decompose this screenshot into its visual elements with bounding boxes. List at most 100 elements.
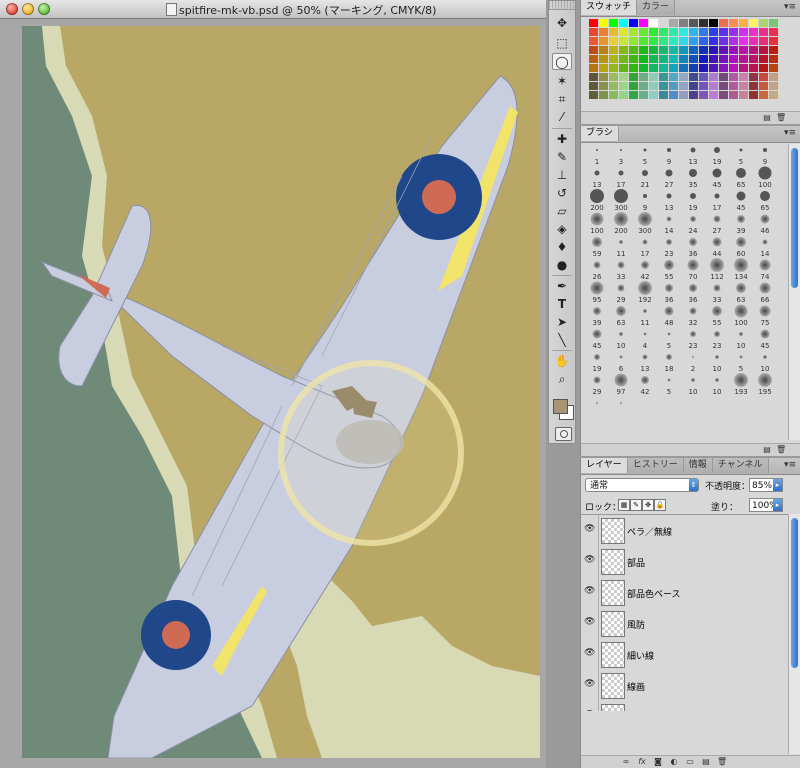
brush-preset[interactable]: 42: [633, 259, 657, 281]
adjustment-layer-icon[interactable]: ◐: [669, 757, 679, 766]
blend-mode-select[interactable]: 通常 ⇕: [585, 478, 699, 492]
brush-preset[interactable]: 5: [657, 328, 681, 350]
brushes-scroll-thumb[interactable]: [791, 148, 798, 288]
brush-tool-icon[interactable]: ✎: [552, 149, 572, 166]
new-brush-icon[interactable]: ▤: [762, 445, 772, 454]
brush-preset[interactable]: 10: [753, 351, 777, 373]
brush-preset[interactable]: 200: [585, 189, 609, 212]
swatch-cell[interactable]: [589, 28, 599, 37]
color-swatches[interactable]: [553, 399, 574, 420]
brush-preset[interactable]: 10: [705, 374, 729, 396]
brush-preset[interactable]: 2: [681, 351, 705, 373]
swatch-cell[interactable]: [749, 46, 759, 55]
layer-visibility-eye-icon[interactable]: 👁: [584, 617, 595, 628]
lock-transparency-icon[interactable]: ▦: [618, 499, 630, 511]
brush-preset[interactable]: 70: [681, 259, 705, 281]
layers-scrollbar[interactable]: [788, 514, 800, 754]
brush-preset[interactable]: 45: [729, 190, 753, 212]
chevron-right-icon[interactable]: ▸: [773, 499, 782, 511]
path-selection-tool-icon[interactable]: ➤: [552, 314, 572, 331]
clone-stamp-tool-icon[interactable]: ⊥: [552, 167, 572, 184]
lock-position-icon[interactable]: ✥: [642, 499, 654, 511]
swatch-cell[interactable]: [679, 73, 689, 82]
brush-preset[interactable]: [609, 397, 633, 419]
swatch-cell[interactable]: [699, 37, 709, 46]
swatch-cell[interactable]: [739, 19, 749, 28]
swatch-cell[interactable]: [659, 64, 669, 73]
brush-preset[interactable]: 36: [657, 282, 681, 304]
swatch-cell[interactable]: [719, 64, 729, 73]
swatch-cell[interactable]: [609, 64, 619, 73]
swatch-cell[interactable]: [669, 55, 679, 64]
brush-preset[interactable]: 5: [657, 374, 681, 396]
brush-preset[interactable]: 9: [753, 144, 777, 166]
brush-preset[interactable]: 95: [585, 281, 609, 304]
zoom-tool-icon[interactable]: ⌕: [552, 371, 572, 388]
layer-row[interactable]: 👁 線画: [581, 670, 789, 702]
brush-preset[interactable]: 6: [609, 351, 633, 373]
swatch-cell[interactable]: [659, 46, 669, 55]
swatch-cell[interactable]: [749, 73, 759, 82]
swatch-cell[interactable]: [699, 19, 709, 28]
pen-tool-icon[interactable]: ✒: [552, 278, 572, 295]
brush-preset[interactable]: 300: [633, 212, 657, 235]
dodge-tool-icon[interactable]: ●: [552, 257, 572, 274]
lock-all-icon[interactable]: 🔒: [654, 499, 666, 511]
swatch-cell[interactable]: [589, 73, 599, 82]
brush-preset[interactable]: 45: [753, 328, 777, 350]
swatch-cell[interactable]: [609, 73, 619, 82]
swatch-cell[interactable]: [719, 28, 729, 37]
hand-tool-icon[interactable]: ✋: [552, 353, 572, 370]
swatch-cell[interactable]: [589, 55, 599, 64]
layer-thumbnail[interactable]: [601, 580, 625, 606]
brush-preset[interactable]: 11: [609, 236, 633, 258]
link-layers-icon[interactable]: ∞: [621, 757, 631, 766]
tab-layers[interactable]: レイヤー: [581, 458, 628, 473]
brush-preset[interactable]: 55: [705, 305, 729, 327]
swatch-cell[interactable]: [669, 19, 679, 28]
swatch-cell[interactable]: [629, 46, 639, 55]
minimize-window-button[interactable]: [22, 3, 34, 15]
swatch-cell[interactable]: [669, 28, 679, 37]
brush-preset[interactable]: 17: [705, 190, 729, 212]
brush-preset[interactable]: 200: [609, 212, 633, 235]
swatch-cell[interactable]: [729, 91, 739, 100]
brush-preset[interactable]: 66: [753, 282, 777, 304]
tab-history[interactable]: ヒストリー: [627, 458, 684, 473]
swatch-cell[interactable]: [679, 64, 689, 73]
swatch-cell[interactable]: [679, 37, 689, 46]
tab-swatches[interactable]: スウォッチ: [581, 0, 638, 15]
layer-row[interactable]: 👁 風防: [581, 608, 789, 640]
brush-preset[interactable]: 18: [657, 351, 681, 373]
swatch-cell[interactable]: [659, 19, 669, 28]
brush-preset[interactable]: 26: [585, 259, 609, 281]
brush-preset[interactable]: 29: [585, 374, 609, 396]
swatch-cell[interactable]: [679, 55, 689, 64]
swatch-cell[interactable]: [759, 82, 769, 91]
brush-preset[interactable]: 9: [657, 144, 681, 166]
brush-preset[interactable]: 63: [609, 305, 633, 327]
swatch-cell[interactable]: [679, 46, 689, 55]
swatch-cell[interactable]: [629, 64, 639, 73]
brush-preset[interactable]: 35: [681, 167, 705, 189]
eraser-tool-icon[interactable]: ▱: [552, 203, 572, 220]
brush-preset[interactable]: 45: [585, 328, 609, 350]
swatch-cell[interactable]: [759, 37, 769, 46]
brush-preset[interactable]: 192: [633, 281, 657, 304]
swatch-cell[interactable]: [639, 55, 649, 64]
swatch-cell[interactable]: [599, 37, 609, 46]
brush-preset[interactable]: 60: [729, 236, 753, 258]
layer-thumbnail[interactable]: [601, 518, 625, 544]
swatch-cell[interactable]: [599, 91, 609, 100]
swatch-cell[interactable]: [729, 37, 739, 46]
swatch-cell[interactable]: [709, 19, 719, 28]
swatch-cell[interactable]: [719, 91, 729, 100]
swatch-cell[interactable]: [709, 73, 719, 82]
brush-preset[interactable]: 33: [705, 282, 729, 304]
brush-preset[interactable]: 112: [705, 258, 729, 281]
brush-preset[interactable]: 39: [585, 305, 609, 327]
brush-preset[interactable]: [585, 397, 609, 419]
panel-menu-icon[interactable]: ▾≡: [784, 128, 796, 138]
brush-preset[interactable]: 19: [705, 144, 729, 166]
swatch-cell[interactable]: [689, 46, 699, 55]
